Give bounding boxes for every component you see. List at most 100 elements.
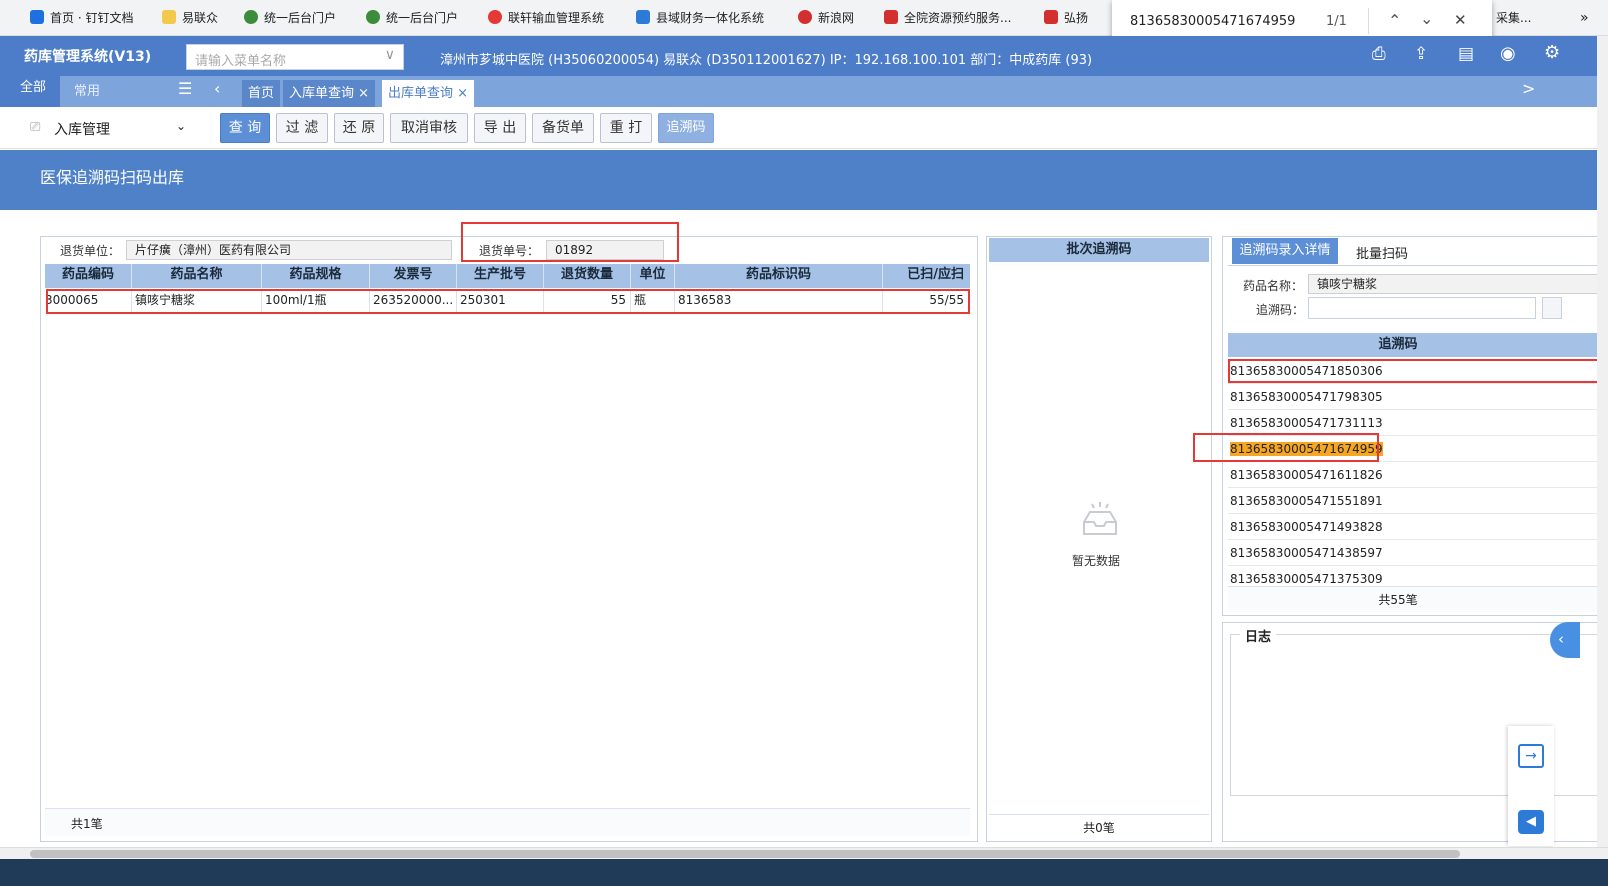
close-icon[interactable]: ✕ — [1454, 11, 1467, 29]
restore-button[interactable]: 还 原 — [334, 113, 384, 143]
tab-trace-detail[interactable]: 追溯码录入详情 — [1232, 238, 1338, 264]
finance-icon — [636, 10, 650, 24]
resource-icon — [884, 10, 898, 24]
column-header[interactable]: 单位 — [631, 264, 675, 288]
cancel-audit-button[interactable]: 取消审核 — [390, 113, 468, 143]
chevron-down-icon[interactable]: ∨ — [385, 47, 395, 63]
column-header[interactable]: 药品编码 — [45, 264, 132, 288]
drug-name-label: 药品名称： — [1243, 279, 1304, 293]
app-title: 药库管理系统(V13) — [24, 49, 152, 65]
divider — [1368, 8, 1369, 34]
list-item[interactable]: 81365830005471375309 — [1228, 566, 1598, 585]
gear-icon[interactable]: ⚙ — [1544, 42, 1560, 63]
column-header[interactable]: 药品标识码 — [675, 264, 883, 288]
highlight-box — [1228, 359, 1600, 383]
chevron-left-icon: ‹ — [1558, 630, 1564, 648]
column-header[interactable]: 药品规格 — [262, 264, 370, 288]
help-icon[interactable]: ◉ — [1500, 43, 1516, 64]
highlight-box — [1193, 433, 1379, 462]
tab-home[interactable]: 首页 — [242, 80, 281, 107]
tab-batch-scan[interactable]: 批量扫码 — [1356, 243, 1408, 262]
list-item[interactable]: 81365830005471493828 — [1228, 514, 1598, 540]
bookmark-item[interactable]: 县域财务一体化系统 — [636, 0, 764, 36]
menu-icon[interactable]: ☰ — [178, 79, 192, 98]
module-select[interactable]: 入库管理 — [54, 119, 110, 139]
chevron-left-icon[interactable]: ‹ — [214, 79, 220, 98]
doc-icon — [30, 10, 44, 24]
column-header[interactable]: 发票号 — [370, 264, 457, 288]
trace-code-label: 追溯码： — [1256, 303, 1305, 317]
trace-code-column-header: 追溯码 — [1228, 333, 1598, 357]
tab-common[interactable]: 常用 — [74, 80, 100, 99]
row-count: 共1笔 — [71, 817, 103, 831]
bookmark-item[interactable]: 统一后台门户 — [244, 0, 336, 36]
column-header[interactable]: 已扫/应扫 — [883, 264, 970, 288]
vertical-scrollbar[interactable] — [1597, 36, 1608, 856]
trace-code-list: 81365830005471850306 8136583000547179830… — [1228, 358, 1598, 585]
scan-button[interactable] — [1542, 297, 1562, 319]
trace-code-input[interactable] — [1308, 297, 1536, 319]
reprint-button[interactable]: 重 打 — [600, 113, 652, 143]
bookmarks-more-button[interactable]: » — [1580, 0, 1589, 36]
empty-text: 暂无数据 — [1072, 554, 1121, 568]
chevron-down-icon[interactable]: ⌄ — [176, 119, 186, 133]
portal-icon — [366, 10, 380, 24]
scrollbar-thumb[interactable] — [30, 850, 1460, 858]
stock-list-button[interactable]: 备货单 — [532, 113, 594, 143]
bookmark-item[interactable]: 全院资源预约服务... — [884, 0, 1011, 36]
bookmark-item[interactable]: 弘扬 — [1044, 0, 1088, 36]
tab-all[interactable]: 全部 — [0, 76, 60, 107]
menu-search-input[interactable]: 请输入菜单名称 ∨ — [186, 44, 404, 70]
list-item[interactable]: 81365830005471551891 — [1228, 488, 1598, 514]
trace-code-button[interactable]: 追溯码 — [658, 113, 714, 143]
highlight-box — [461, 222, 679, 262]
column-header[interactable]: 生产批号 — [457, 264, 544, 288]
filter-button[interactable]: 过 滤 — [276, 113, 328, 143]
portal-icon — [244, 10, 258, 24]
bookmark-item[interactable]: 采集... — [1496, 0, 1531, 36]
find-count: 1/1 — [1326, 14, 1347, 29]
chevron-up-icon[interactable]: ⌃ — [1388, 11, 1401, 30]
bookmark-item[interactable]: 统一后台门户 — [366, 0, 458, 36]
export-button[interactable]: 导 出 — [474, 113, 526, 143]
highlight-box — [46, 289, 970, 314]
column-header[interactable]: 退货数量 — [544, 264, 631, 288]
taskbar — [0, 859, 1608, 886]
list-item[interactable]: 81365830005471438597 — [1228, 540, 1598, 566]
nav-tabs-bar: 全部 常用 ☰ ‹ 首页 入库单查询 × 出库单查询 × > — [0, 76, 1608, 107]
tab-outbound-query[interactable]: 出库单查询 × — [382, 80, 475, 107]
sina-icon — [798, 10, 812, 24]
bookmark-item[interactable]: 首页 · 钉钉文档 — [30, 0, 133, 36]
drug-name-field: 镇咳宁糖浆 — [1308, 274, 1598, 294]
bookmark-item[interactable]: 联轩输血管理系统 — [488, 0, 604, 36]
close-icon[interactable]: × — [457, 86, 468, 101]
float-toolbar: → ◀ — [1508, 726, 1554, 846]
divider — [1228, 265, 1598, 266]
document-icon[interactable]: ▤ — [1458, 44, 1474, 64]
list-item[interactable]: 81365830005471798305 — [1228, 384, 1598, 410]
bookmark-item[interactable]: 易联众 — [162, 0, 218, 36]
find-query[interactable]: 81365830005471674959 — [1130, 14, 1295, 29]
tab-inbound-query[interactable]: 入库单查询 × — [283, 80, 376, 107]
app-header: 药库管理系统(V13) 请输入菜单名称 ∨ 漳州市芗城中医院 (H3506020… — [0, 36, 1608, 76]
upload-icon[interactable]: ⇪ — [1414, 44, 1428, 64]
table-header: 药品编码 药品名称 药品规格 发票号 生产批号 退货数量 单位 药品标识码 已扫… — [45, 264, 970, 288]
close-icon[interactable]: × — [358, 86, 369, 101]
table-footer: 共1笔 — [45, 808, 970, 836]
monitor-icon[interactable]: ⎙ — [1372, 44, 1386, 64]
return-unit-field: 片仔癀（漳州）医药有限公司 — [126, 240, 452, 260]
horizontal-scrollbar[interactable] — [0, 847, 1608, 859]
trace-code-count: 共55笔 — [1228, 586, 1598, 612]
dialog-banner: 医保追溯码扫码出库 — [0, 150, 1608, 210]
hongyang-icon — [1044, 10, 1058, 24]
column-header[interactable]: 药品名称 — [132, 264, 262, 288]
query-button[interactable]: 查 询 — [220, 113, 270, 143]
blood-icon — [488, 10, 502, 24]
list-item[interactable]: 81365830005471611826 — [1228, 462, 1598, 488]
bookmark-item[interactable]: 新浪网 — [798, 0, 854, 36]
collapse-side-button[interactable]: ‹ — [1550, 622, 1580, 658]
chevron-right-icon[interactable]: > — [1522, 79, 1535, 98]
send-icon[interactable]: ◀ — [1518, 810, 1544, 834]
chevron-down-icon[interactable]: ⌄ — [1420, 9, 1433, 28]
login-icon[interactable]: → — [1518, 744, 1544, 768]
